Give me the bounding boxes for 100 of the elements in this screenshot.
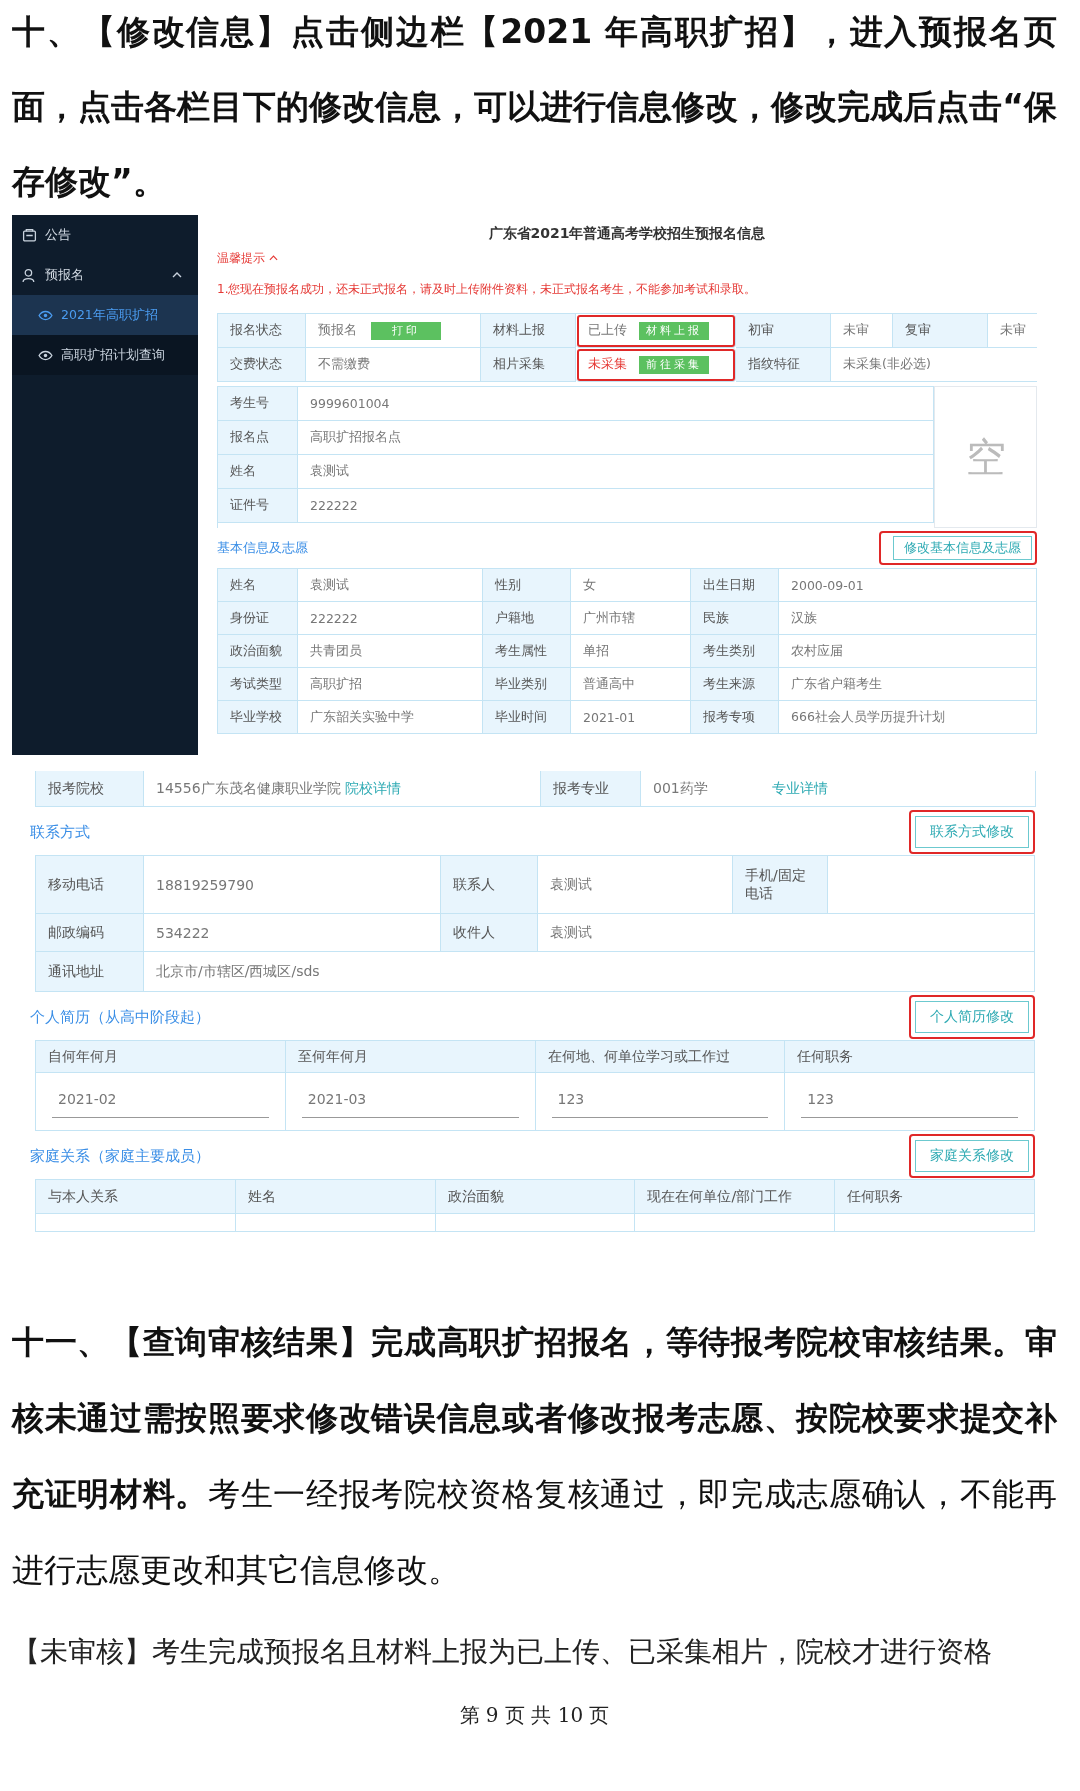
edit-button[interactable]: 个人简历修改 [915, 1001, 1029, 1033]
action-button[interactable]: 材料上报 [639, 321, 709, 340]
section-title: 家庭关系（家庭主要成员） [30, 1146, 210, 1166]
table-cell: 考生属性 [483, 635, 571, 668]
table-cell: 考生类别 [691, 635, 779, 668]
table-cell: 邮政编码 [36, 914, 144, 952]
table-cell: 高职扩招报名点 [298, 421, 934, 455]
column-header: 至何年何月 [285, 1041, 536, 1073]
table-cell: 指纹特征 [736, 348, 831, 382]
table-cell: 身份证 [218, 602, 298, 635]
table-cell: 未审 [831, 314, 893, 348]
table-cell: 534222 [144, 914, 441, 952]
edit-button[interactable]: 家庭关系修改 [915, 1140, 1029, 1172]
table-cell: 222222 [298, 489, 934, 523]
table-cell: 移动电话 [36, 856, 144, 914]
edit-button[interactable]: 修改基本信息及志愿 [893, 536, 1032, 560]
table-cell: 姓名 [218, 569, 298, 602]
table-cell: 袁测试 [538, 914, 1035, 952]
column-header: 与本人关系 [36, 1180, 236, 1214]
input-field[interactable]: 2021-02 [52, 1085, 269, 1118]
column-header: 任何职务 [785, 1041, 1035, 1073]
note-paragraph: 【未审核】考生完成预报名且材料上报为已上传、已采集相片，院校才进行资格 [12, 1634, 993, 1670]
table-cell: 材料上报 [481, 314, 576, 348]
table-cell: 证件号 [218, 489, 298, 523]
table-cell: 通讯地址 [36, 952, 144, 992]
detail-link[interactable]: 专业详情 [771, 779, 828, 798]
table-cell: 复审 [893, 314, 988, 348]
status-text: 已上传 [588, 322, 627, 339]
table-cell: 农村应届 [779, 635, 1037, 668]
notice-text: 1.您现在预报名成功，还未正式报名，请及时上传附件资料，未正式报名考生，不能参加考试和录取。 [217, 281, 758, 298]
page-footer: 第 9 页 共 10 页 [12, 1702, 1057, 1729]
status-text: 未采集 [588, 356, 627, 373]
table-cell: 普通高中 [571, 668, 691, 701]
table-cell: 北京市/市辖区/西城区/sds [144, 952, 1035, 992]
table-cell: 汉族 [779, 602, 1037, 635]
sidebar-item[interactable]: 高职扩招计划查询 [12, 335, 198, 375]
page-title: 广东省2021年普通高考学校招生预报名信息 [487, 224, 767, 243]
table-cell: 考生号 [218, 387, 298, 421]
input-field[interactable]: 2021-03 [301, 1085, 519, 1118]
table-cell: 共青团员 [298, 635, 483, 668]
column-header: 任何职务 [835, 1180, 1035, 1214]
table-cell: 单招 [571, 635, 691, 668]
table-cell: 袁测试 [298, 455, 934, 489]
column-header: 现在在何单位/部门工作 [635, 1180, 836, 1214]
table-cell: 考生来源 [691, 668, 779, 701]
table-cell: 出生日期 [691, 569, 779, 602]
table-cell: 交费状态 [218, 348, 306, 382]
action-button[interactable]: 前往采集 [639, 355, 709, 374]
table-cell: 2021-01 [571, 701, 691, 734]
detail-link[interactable]: 院校详情 [344, 779, 401, 798]
sidebar-group[interactable]: 预报名 [12, 255, 198, 295]
user-icon [22, 267, 37, 283]
status-text: 预报名 [318, 322, 357, 339]
table-cell: 姓名 [218, 455, 298, 489]
caret-icon [269, 255, 278, 261]
table-cell: 户籍地 [483, 602, 571, 635]
table-cell: 袁测试 [538, 856, 733, 914]
column-header: 政治面貌 [435, 1180, 636, 1214]
table-cell: 毕业类别 [483, 668, 571, 701]
table-cell: 民族 [691, 602, 779, 635]
tip-toggle[interactable]: 温馨提示 [217, 249, 278, 267]
action-button[interactable]: 打印 [371, 321, 441, 340]
column-header: 姓名 [235, 1180, 436, 1214]
table-cell: 相片采集 [481, 348, 576, 382]
table-cell: 报名状态 [218, 314, 306, 348]
table-cell: 性别 [483, 569, 571, 602]
table-cell: 不需缴费 [306, 348, 481, 382]
section-title: 联系方式 [30, 822, 90, 842]
table-cell: 广州市辖 [571, 602, 691, 635]
table-cell: 666社会人员学历提升计划 [779, 701, 1037, 734]
table-cell: 报考专项 [691, 701, 779, 734]
table-cell: 手机/固定电话 [733, 856, 828, 914]
table-cell: 袁测试 [298, 569, 483, 602]
sidebar-item[interactable]: 2021年高职扩招 [12, 295, 198, 335]
table-cell: 2000-09-01 [779, 569, 1037, 602]
instruction-paragraph: 十一、【查询审核结果】完成高职扩招报名，等待报考院校审核结果。审核未通过需按照要求修改错误信息或者修改报考志愿、按院校要求提交补充证明材料。考生一经报考院校资格复核通过，即完成志愿确认，不能再进行志愿更改和其它信息修改。 [12, 1322, 1057, 1590]
section-title: 基本信息及志愿 [217, 539, 308, 557]
table-cell: 毕业学校 [218, 701, 298, 734]
edit-button[interactable]: 联系方式修改 [915, 816, 1029, 848]
table-cell: 联系人 [441, 856, 538, 914]
table-cell: 报考专业 [541, 771, 641, 807]
table-cell: 女 [571, 569, 691, 602]
sidebar-item[interactable]: 公告 [12, 215, 198, 255]
table-cell: 广东韶关实验中学 [298, 701, 483, 734]
column-header: 在何地、何单位学习或工作过 [535, 1041, 786, 1073]
table-cell: 毕业时间 [483, 701, 571, 734]
table-cell: 001药学 [653, 779, 708, 798]
table-cell: 222222 [298, 602, 483, 635]
table-cell: 初审 [736, 314, 831, 348]
table-cell: 报名点 [218, 421, 298, 455]
table-cell: 政治面貌 [218, 635, 298, 668]
section-title: 个人简历（从高中阶段起） [30, 1007, 210, 1027]
input-field[interactable]: 123 [801, 1085, 1018, 1118]
table-cell: 14556广东茂名健康职业学院 [156, 779, 341, 798]
table-cell: 收件人 [441, 914, 538, 952]
table-cell: 考试类型 [218, 668, 298, 701]
instruction-paragraph: 十、【修改信息】点击侧边栏【2021 年高职扩招】，进入预报名页面，点击各栏目下的修改信息，可以进行信息修改，修改完成后点击“保存修改”。 [12, 11, 1057, 203]
notice-icon [22, 227, 37, 243]
input-field[interactable]: 123 [551, 1085, 769, 1118]
table-cell: 报考院校 [36, 771, 144, 807]
